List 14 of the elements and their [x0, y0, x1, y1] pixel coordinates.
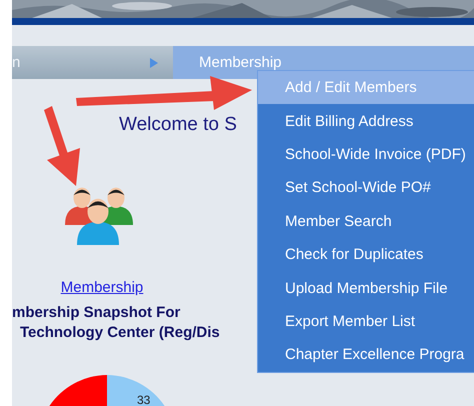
welcome-heading: Welcome to S — [119, 114, 237, 136]
menu-item[interactable]: Export Member List — [258, 304, 474, 338]
menu-item[interactable]: School-Wide Invoice (PDF) — [258, 138, 474, 172]
menu-item[interactable]: Edit Billing Address — [258, 104, 474, 138]
menu-item[interactable]: Upload Membership File — [258, 271, 474, 305]
menu-item[interactable]: Member Search — [258, 204, 474, 238]
snapshot-heading: Technology Center (Reg/Dis — [20, 324, 220, 341]
snapshot-heading: mbership Snapshot For — [12, 304, 180, 321]
menu-item[interactable]: Chapter Excellence Progra — [258, 338, 474, 372]
triangle-icon — [150, 58, 158, 68]
menu-item[interactable]: Set School-Wide PO# — [258, 171, 474, 205]
pie-label: 33 — [137, 393, 150, 406]
membership-link[interactable]: Membership — [60, 279, 144, 296]
menu-item[interactable]: Check for Duplicates — [258, 238, 474, 272]
